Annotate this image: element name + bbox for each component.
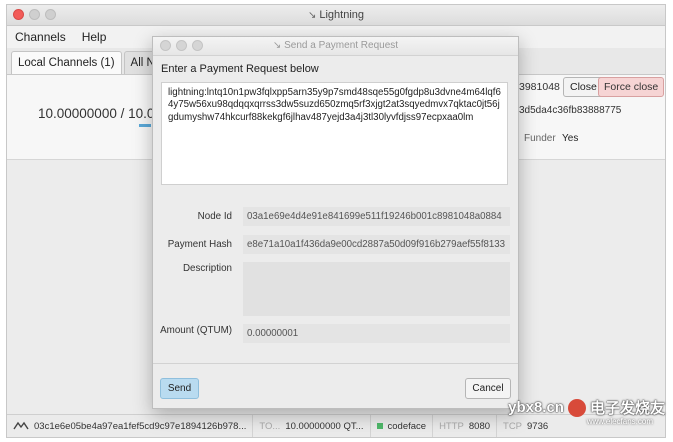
title-bar: ↘ Lightning bbox=[7, 5, 665, 26]
node-id-label: Node Id bbox=[197, 211, 232, 222]
dialog-close-button[interactable] bbox=[160, 40, 171, 51]
lightning-logo-icon bbox=[13, 421, 29, 430]
cancel-button[interactable]: Cancel bbox=[465, 378, 511, 399]
to-value: 10.00000000 QT... bbox=[285, 420, 364, 432]
payment-request-input[interactable]: lightning:lntq10n1pw3fqlxpp5arn35y9p7smd… bbox=[161, 82, 508, 185]
to-label: TO... bbox=[259, 420, 281, 432]
dialog-window-controls bbox=[160, 40, 203, 51]
payment-request-dialog: ↘ Send a Payment Request Enter a Payment… bbox=[152, 36, 519, 409]
status-balance: TO... 10.00000000 QT... bbox=[253, 415, 371, 437]
menu-channels[interactable]: Channels bbox=[15, 30, 66, 44]
minimize-window-button[interactable] bbox=[29, 9, 40, 20]
http-label: HTTP bbox=[439, 420, 464, 432]
payment-hash-label: Payment Hash bbox=[167, 239, 232, 250]
amount-label: Amount (QTUM) bbox=[160, 325, 232, 336]
http-port: 8080 bbox=[468, 420, 491, 432]
funder-label: Funder bbox=[524, 133, 556, 144]
close-window-button[interactable] bbox=[13, 9, 24, 20]
lightning-icon: ↘ bbox=[307, 10, 317, 21]
status-tcp: TCP 9736 bbox=[497, 415, 554, 437]
tcp-port: 9736 bbox=[527, 420, 549, 432]
tab-local-channels[interactable]: Local Channels (1) bbox=[11, 51, 122, 74]
dialog-zoom-button[interactable] bbox=[192, 40, 203, 51]
dialog-heading: Enter a Payment Request below bbox=[161, 63, 319, 75]
window-title: Lightning bbox=[319, 9, 365, 21]
dialog-divider bbox=[153, 363, 518, 364]
chain-name: codeface bbox=[387, 420, 427, 432]
tcp-label: TCP bbox=[503, 420, 523, 432]
channel-balance: 10.00000000 / 10.000 bbox=[38, 106, 170, 121]
watermark-logo-icon bbox=[567, 398, 586, 417]
lightning-icon: ↘ bbox=[272, 40, 285, 51]
dialog-minimize-button[interactable] bbox=[176, 40, 187, 51]
payment-hash-field[interactable]: e8e71a10a1f436da9e00cd2887a50d09f916b279… bbox=[243, 235, 510, 254]
channel-id: 3981048 bbox=[519, 81, 560, 93]
chain-status-icon bbox=[376, 423, 383, 429]
menu-help[interactable]: Help bbox=[82, 30, 107, 44]
force-close-button[interactable]: Force close bbox=[598, 77, 665, 97]
window-controls bbox=[13, 9, 56, 20]
amount-field[interactable]: 0.00000001 bbox=[243, 324, 510, 343]
node-pubkey: 03c1e6e05be4a97ea1fef5cd9c97e1894126b978… bbox=[34, 420, 247, 432]
channel-balance-bar bbox=[139, 124, 151, 127]
dialog-title-bar: ↘ Send a Payment Request bbox=[153, 37, 518, 56]
watermark-text: ybx8.cn bbox=[508, 399, 564, 416]
status-node: 03c1e6e05be4a97ea1fef5cd9c97e1894126b978… bbox=[7, 415, 254, 437]
description-field[interactable] bbox=[243, 262, 510, 316]
description-label: Description bbox=[182, 263, 232, 274]
funder-value: Yes bbox=[562, 133, 579, 144]
watermark-url: www.elecfans.com bbox=[586, 417, 653, 426]
status-chain: codeface bbox=[371, 415, 434, 437]
node-id-field[interactable]: 03a1e69e4d4e91e841699e511f19246b001c8981… bbox=[243, 207, 510, 226]
watermark: ybx8.cn 电子发烧友 bbox=[508, 397, 665, 418]
status-http: HTTP 8080 bbox=[433, 415, 498, 437]
zoom-window-button[interactable] bbox=[45, 9, 56, 20]
channel-point: 3d5da4c36fb83888775 bbox=[519, 105, 622, 116]
watermark-brand: 电子发烧友 bbox=[589, 400, 665, 417]
dialog-title: Send a Payment Request bbox=[284, 40, 399, 51]
send-button[interactable]: Send bbox=[160, 378, 199, 399]
